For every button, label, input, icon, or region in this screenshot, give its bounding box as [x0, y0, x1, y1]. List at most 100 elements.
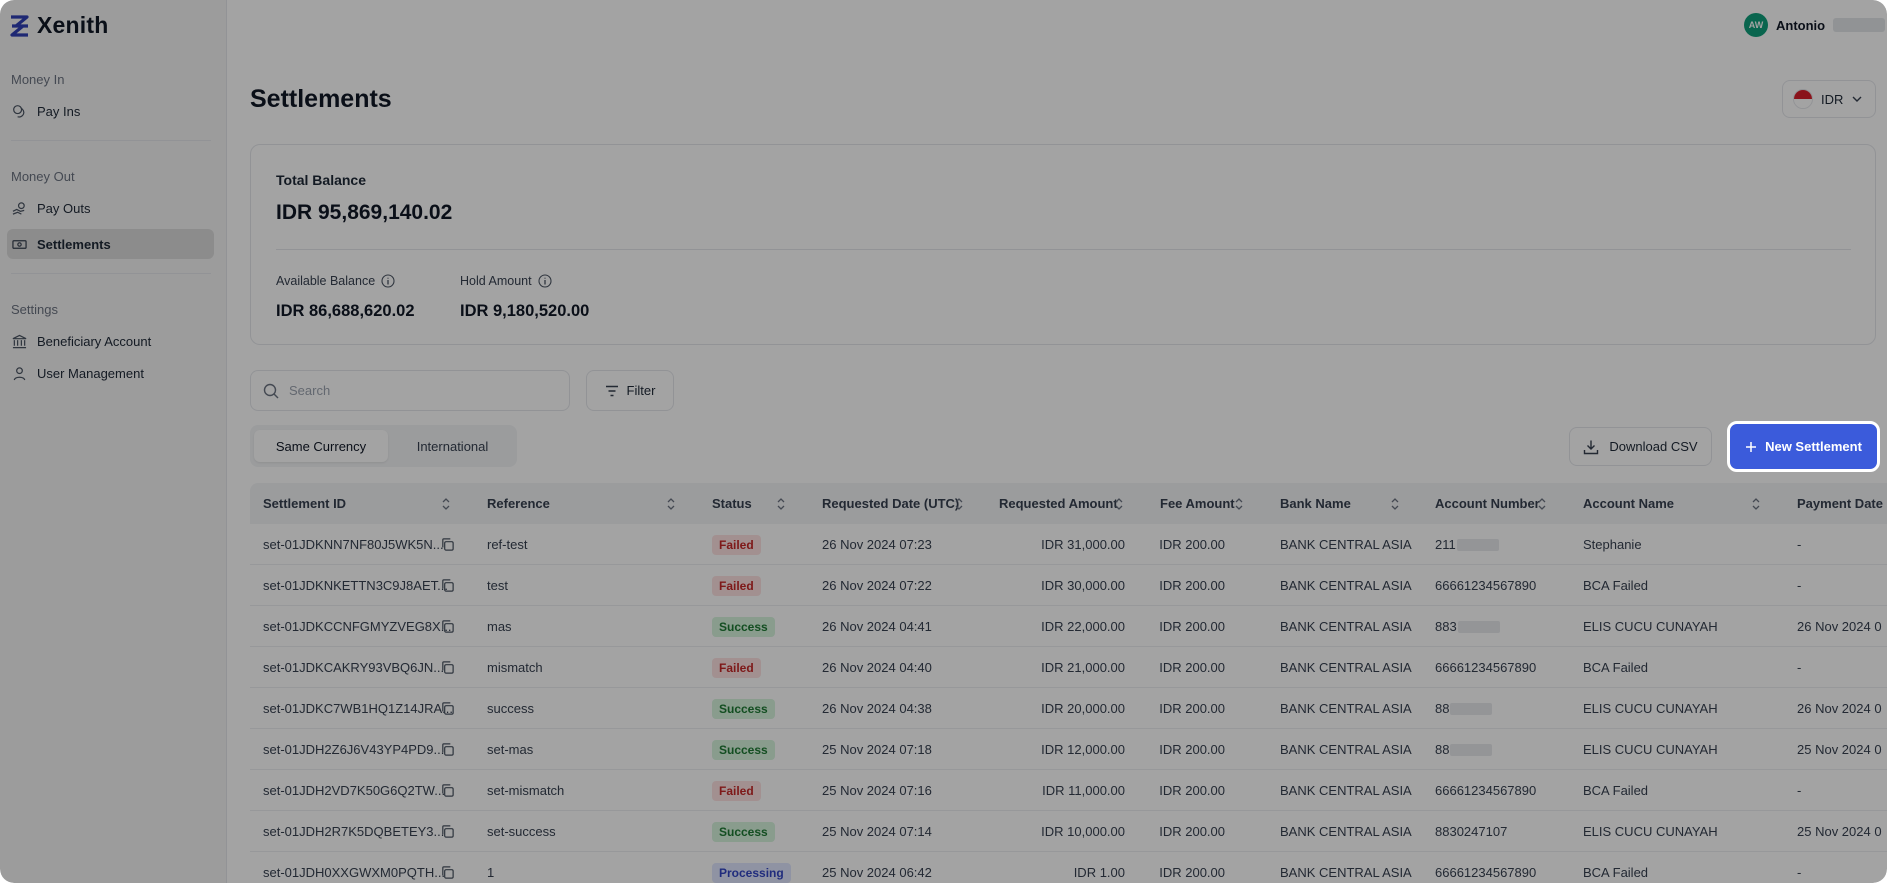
table-row[interactable]: set-01JDH2R7K5DQBETEY3... set-success Succ… [250, 811, 1887, 852]
sidebar-divider [11, 273, 211, 274]
column-header-account-number[interactable]: Account Number [1435, 483, 1540, 524]
account-number-text: 66661234567890 [1435, 783, 1537, 798]
banknote-icon [12, 239, 27, 249]
sort-icon[interactable] [1390, 497, 1400, 511]
redacted-digits [1450, 743, 1493, 756]
cell-account-name: BCA Failed [1583, 865, 1649, 880]
table-row[interactable]: set-01JDKCCNFGMYZVEG8X... mas Success 26 No… [250, 606, 1887, 647]
sort-icon[interactable] [1114, 497, 1124, 511]
sort-icon[interactable] [954, 497, 964, 511]
status-badge: Failed [712, 657, 761, 678]
cell-reference: success [487, 701, 534, 716]
cell-requested-amount: IDR 31,000.00 [1041, 537, 1125, 552]
cell-reference: set-success [487, 824, 556, 839]
copy-button[interactable] [440, 524, 455, 565]
cell-bank-name: BANK CENTRAL ASIA [1280, 578, 1412, 593]
cell-settlement-id: set-01JDKNKETTN3C9J8AET... [263, 578, 448, 593]
cell-requested-date: 25 Nov 2024 07:14 [822, 824, 932, 839]
cell-requested-amount: IDR 22,000.00 [1041, 619, 1125, 634]
search-box[interactable] [250, 370, 570, 411]
info-icon[interactable] [381, 274, 395, 288]
cell-fee-amount: IDR 200.00 [1159, 865, 1225, 880]
sort-icon[interactable] [441, 497, 451, 511]
column-header-payment-date[interactable]: Payment Date [1797, 483, 1883, 524]
cell-status: Success [712, 729, 775, 770]
table-row[interactable]: set-01JDKC7WB1HQ1Z14JRA... success Success… [250, 688, 1887, 729]
sidebar-item-settlements[interactable]: Settlements [7, 229, 214, 259]
sort-icon[interactable] [776, 497, 786, 511]
sort-icon[interactable] [1751, 497, 1761, 511]
cell-status: Success [712, 688, 775, 729]
table-row[interactable]: set-01JDKNKETTN3C9J8AET... test Failed 26 N… [250, 565, 1887, 606]
sidebar-section-money-in: Money In [11, 72, 65, 87]
table-row[interactable]: set-01JDH0XXGWXM0PQTH... 1 Processing 25 No… [250, 852, 1887, 883]
user-menu[interactable]: AW Antonio [1744, 13, 1886, 37]
sidebar-item-pay-outs[interactable]: Pay Outs [7, 193, 214, 223]
column-header-requested-amount[interactable]: Requested Amount [999, 483, 1118, 524]
status-badge: Success [712, 739, 775, 760]
new-settlement-button[interactable]: New Settlement [1727, 421, 1880, 472]
cell-fee-amount: IDR 200.00 [1159, 742, 1225, 757]
column-header-reference[interactable]: Reference [487, 483, 550, 524]
search-input[interactable] [289, 383, 549, 398]
sort-icon[interactable] [1234, 497, 1244, 511]
sort-icon[interactable] [666, 497, 676, 511]
total-balance-label: Total Balance [276, 172, 366, 188]
download-csv-button[interactable]: Download CSV [1569, 427, 1712, 466]
copy-button[interactable] [440, 729, 455, 770]
sidebar-section-money-out: Money Out [11, 169, 75, 184]
sort-icon[interactable] [1537, 497, 1547, 511]
sidebar-item-pay-ins[interactable]: Pay Ins [7, 96, 214, 126]
cell-status: Failed [712, 770, 761, 811]
column-header-settlement-id[interactable]: Settlement ID [263, 483, 346, 524]
table-row[interactable]: set-01JDH2Z6J6V43YP4PD9... set-mas Success… [250, 729, 1887, 770]
copy-button[interactable] [440, 770, 455, 811]
account-number-text: 88 [1435, 701, 1450, 716]
table-row[interactable]: set-01JDKNN7NF80J5WK5N... ref-test Failed 2… [250, 524, 1887, 565]
cell-settlement-id: set-01JDKC7WB1HQ1Z14JRA... [263, 701, 454, 716]
redacted-digits [1456, 538, 1499, 551]
copy-button[interactable] [440, 688, 455, 729]
hand-coins-icon [12, 201, 25, 215]
copy-button[interactable] [440, 606, 455, 647]
table-row[interactable]: set-01JDH2VD7K50G6Q2TW... set-mismatch Fai… [250, 770, 1887, 811]
column-header-status[interactable]: Status [712, 483, 752, 524]
copy-button[interactable] [440, 852, 455, 883]
status-badge: Processing [712, 862, 791, 883]
app-window: Xenith Money In Pay Ins Money Out Pay Ou… [0, 0, 1887, 883]
cell-requested-date: 26 Nov 2024 04:41 [822, 619, 932, 634]
copy-button[interactable] [440, 811, 455, 852]
download-icon [1584, 440, 1599, 454]
settlements-table: Settlement ID Reference Status Requested… [250, 483, 1887, 883]
cell-fee-amount: IDR 200.00 [1159, 824, 1225, 839]
cell-account-number: 66661234567890 [1435, 647, 1536, 688]
coins-icon [13, 104, 25, 118]
cell-status: Success [712, 811, 775, 852]
sidebar-item-beneficiary-account[interactable]: Beneficiary Account [7, 326, 214, 356]
column-header-fee-amount[interactable]: Fee Amount [1160, 483, 1235, 524]
tab-international[interactable]: International [392, 430, 513, 462]
tab-same-currency[interactable]: Same Currency [254, 430, 388, 462]
column-header-account-name[interactable]: Account Name [1583, 483, 1674, 524]
currency-select[interactable]: IDR [1782, 80, 1876, 118]
filter-icon [605, 385, 618, 396]
cell-settlement-id: set-01JDH0XXGWXM0PQTH... [263, 865, 446, 880]
cell-fee-amount: IDR 200.00 [1159, 537, 1225, 552]
column-header-requested-date[interactable]: Requested Date (UTC) [822, 483, 959, 524]
cell-fee-amount: IDR 200.00 [1159, 619, 1225, 634]
logo[interactable]: Xenith [10, 12, 108, 39]
filter-label: Filter [626, 383, 656, 398]
copy-button[interactable] [440, 647, 455, 688]
chevron-down-icon [1852, 96, 1862, 102]
cell-requested-amount: IDR 21,000.00 [1041, 660, 1125, 675]
available-balance-label: Available Balance [276, 274, 376, 288]
copy-icon [442, 702, 454, 715]
sidebar-section-settings: Settings [11, 302, 58, 317]
xenith-logo-icon [10, 14, 29, 37]
info-icon[interactable] [538, 274, 552, 288]
sidebar-item-user-management[interactable]: User Management [7, 358, 214, 388]
column-header-bank-name[interactable]: Bank Name [1280, 483, 1351, 524]
filter-button[interactable]: Filter [586, 370, 674, 411]
copy-button[interactable] [440, 565, 455, 606]
table-row[interactable]: set-01JDKCAKRY93VBQ6JN... mismatch Failed 2… [250, 647, 1887, 688]
